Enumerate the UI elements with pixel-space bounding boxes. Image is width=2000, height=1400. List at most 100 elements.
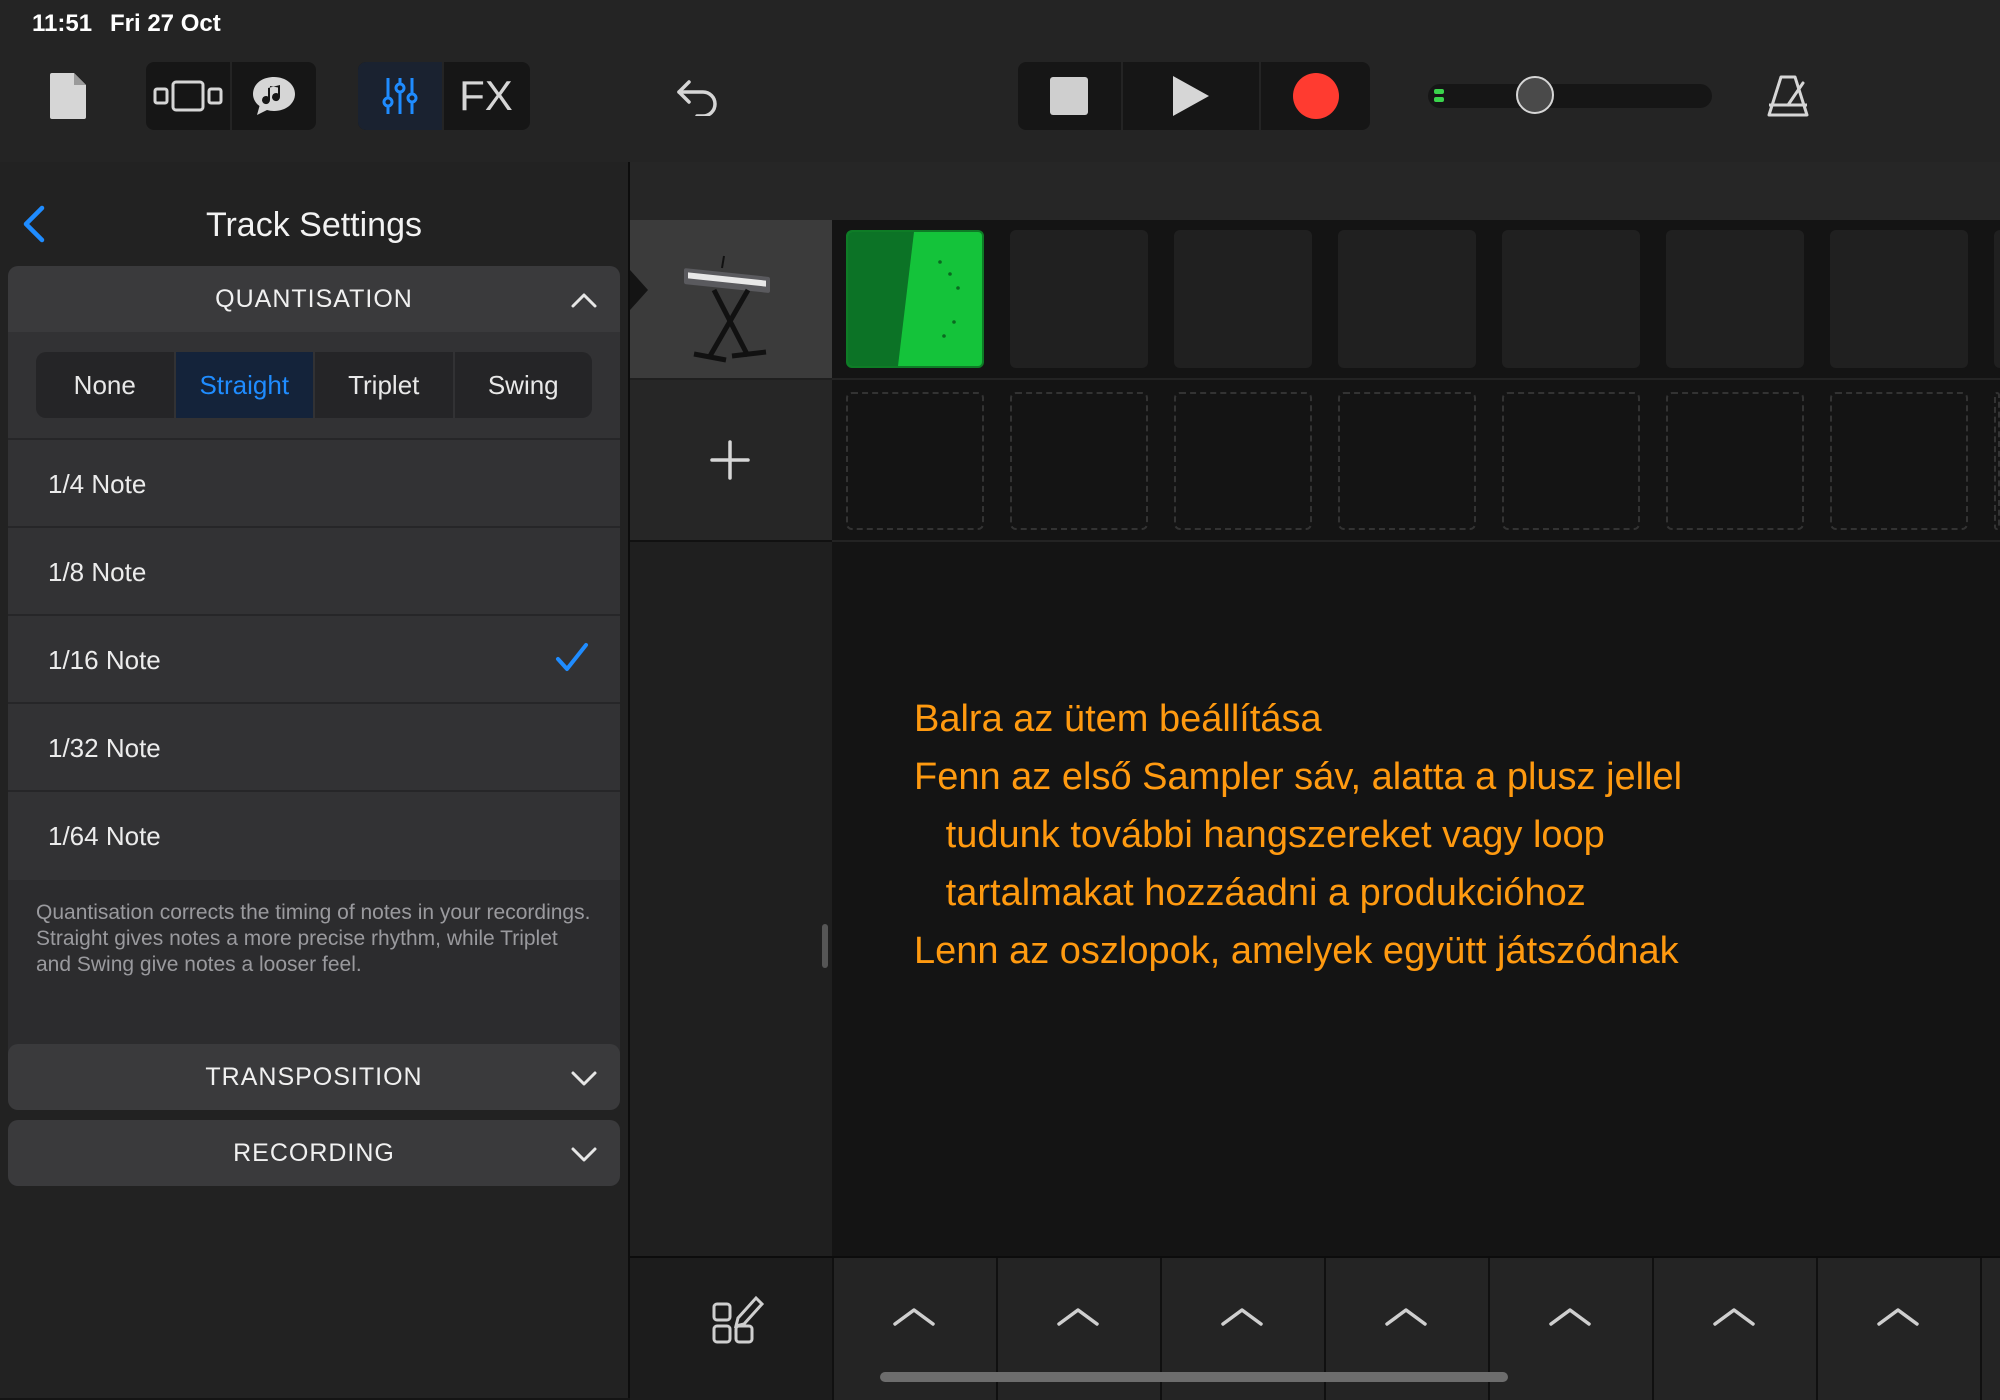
undo-icon [677, 80, 717, 116]
note-option-sixtyfourth[interactable]: 1/64 Note [8, 790, 620, 880]
grid-edit-icon [712, 1295, 765, 1344]
my-songs-button[interactable] [26, 62, 110, 130]
tracks-view-icon [153, 80, 223, 112]
ruler-bar [630, 162, 2000, 220]
empty-loop-cell[interactable] [1502, 392, 1640, 530]
fx-button[interactable]: FX [444, 62, 528, 130]
recording-header[interactable]: RECORDING [8, 1120, 620, 1186]
undo-button[interactable] [656, 62, 740, 130]
master-volume-slider[interactable] [1428, 76, 1712, 114]
empty-loop-cell[interactable] [1174, 392, 1312, 530]
tracks-view-button[interactable] [146, 62, 232, 130]
chevron-up-icon [1221, 1308, 1263, 1326]
metronome-button[interactable] [1746, 62, 1830, 130]
view-group [146, 62, 316, 130]
note-option-eighth[interactable]: 1/8 Note [8, 526, 620, 616]
chevron-up-icon [1877, 1308, 1919, 1326]
loop-cell-visual [848, 232, 960, 366]
segment-straight[interactable]: Straight [175, 352, 315, 418]
empty-loop-cell[interactable] [846, 392, 984, 530]
empty-loop-cell[interactable] [1666, 392, 1804, 530]
quantisation-type-segmented-control: None Straight Triplet Swing [36, 352, 592, 418]
music-bubble-icon [253, 77, 295, 115]
note-option-sixteenth[interactable]: 1/16 Note [8, 614, 620, 704]
panel-resize-handle[interactable] [822, 924, 828, 968]
column-trigger[interactable] [1488, 1258, 1652, 1400]
metronome-icon [1767, 75, 1809, 117]
loop-cell[interactable] [1174, 230, 1312, 368]
note-option-label: 1/64 Note [48, 820, 161, 851]
browser-button[interactable] [232, 62, 316, 130]
column-trigger[interactable] [1652, 1258, 1816, 1400]
chevron-down-icon [571, 1071, 597, 1086]
empty-loop-cell[interactable] [1830, 392, 1968, 530]
home-indicator [880, 1372, 1508, 1382]
annotation-line: tartalmakat hozzáadni a produkcióhoz [914, 872, 1586, 914]
empty-loop-cell[interactable] [1994, 392, 2000, 530]
column-trigger[interactable] [1980, 1258, 2000, 1400]
empty-loop-cell[interactable] [1010, 392, 1148, 530]
quantisation-header[interactable]: QUANTISATION [8, 266, 620, 332]
sliders-icon [382, 78, 418, 114]
stop-button[interactable] [1018, 62, 1123, 130]
loop-cell[interactable] [1502, 230, 1640, 368]
loop-cell-active[interactable] [846, 230, 984, 368]
panel-title: Track Settings [205, 206, 423, 244]
status-date: Fri 27 Oct [110, 10, 221, 37]
segment-triplet[interactable]: Triplet [315, 352, 455, 418]
edit-grid-button[interactable] [710, 1290, 766, 1346]
track-settings-panel: Track Settings QUANTISATION None Straigh… [0, 162, 630, 1398]
note-option-quarter[interactable]: 1/4 Note [8, 438, 620, 528]
row-separator [832, 540, 2000, 542]
note-option-label: 1/16 Note [48, 644, 161, 675]
transposition-header[interactable]: TRANSPOSITION [8, 1044, 620, 1110]
chevron-up-icon [893, 1308, 935, 1326]
segment-none[interactable]: None [36, 352, 176, 418]
loop-cell[interactable] [1994, 230, 2000, 368]
level-meter-top [1434, 89, 1444, 94]
status-time: 11:51 [32, 10, 93, 37]
add-track-button[interactable] [630, 380, 832, 542]
column-trigger[interactable] [1816, 1258, 1980, 1400]
document-icon [50, 73, 86, 119]
annotation-text: Balra az ütem beállítása Fenn az első Sam… [914, 690, 1682, 980]
track-header-keyboard[interactable] [630, 220, 832, 378]
record-icon [1292, 73, 1339, 119]
chevron-up-icon [1713, 1308, 1755, 1326]
loop-cell[interactable] [1010, 230, 1148, 368]
transport-group [1018, 62, 1370, 130]
loop-cell[interactable] [1830, 230, 1968, 368]
annotation-line: tudunk további hangszereket vagy loop [914, 814, 1605, 856]
play-icon [1173, 76, 1210, 116]
volume-slider-knob[interactable] [1516, 76, 1554, 114]
chevron-up-icon [571, 293, 597, 308]
status-bar: 11:51 Fri 27 Oct [0, 0, 2000, 50]
loop-cell[interactable] [1338, 230, 1476, 368]
plus-icon [710, 440, 750, 480]
checkmark-icon [556, 643, 588, 671]
row-separator [832, 378, 2000, 380]
annotation-line: Lenn az oszlopok, amelyek együtt játszód… [914, 930, 1679, 972]
annotation-line: Fenn az első Sampler sáv, alatta a plusz… [914, 756, 1683, 798]
track-controls-button[interactable] [358, 62, 444, 130]
keyboard-instrument-icon [630, 255, 770, 363]
note-option-thirtysecond[interactable]: 1/32 Note [8, 702, 620, 792]
note-option-label: 1/4 Note [48, 468, 147, 499]
empty-loop-cell[interactable] [1338, 392, 1476, 530]
record-button[interactable] [1261, 62, 1370, 130]
note-option-label: 1/32 Note [48, 732, 161, 763]
quantisation-description: Quantisation corrects the timing of note… [36, 901, 591, 976]
level-meter-bottom [1434, 97, 1444, 102]
chevron-up-icon [1549, 1308, 1591, 1326]
mixer-group: FX [358, 62, 530, 130]
play-button[interactable] [1123, 62, 1262, 130]
toolbar: FX [0, 50, 2000, 162]
loop-cell[interactable] [1666, 230, 1804, 368]
annotation-line: Balra az ütem beállítása [914, 698, 1322, 740]
quantisation-body: None Straight Triplet Swing 1/4 Note 1/8… [8, 332, 620, 1062]
chevron-up-icon [1057, 1308, 1099, 1326]
note-option-label: 1/8 Note [48, 556, 147, 587]
panel-header: Track Settings [0, 190, 628, 260]
transposition-header-label: TRANSPOSITION [205, 1062, 423, 1091]
segment-swing[interactable]: Swing [455, 352, 593, 418]
